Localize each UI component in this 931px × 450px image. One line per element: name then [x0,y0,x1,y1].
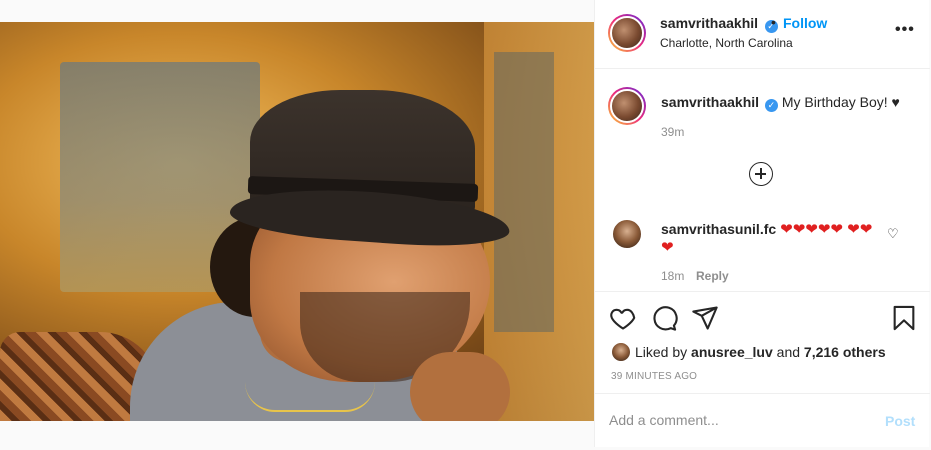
comment-like-heart-icon[interactable]: ♡ [887,226,899,242]
share-icon[interactable] [691,304,719,332]
caption-text-line: samvrithaakhil ✓ My Birthday Boy! ♥ [661,94,900,112]
instagram-post-modal: samvrithaakhil ✓ • Follow Charlotte, Nor… [0,0,931,450]
commenter-avatar[interactable] [611,218,643,250]
comment-reply-button[interactable]: Reply [696,269,729,283]
comment-body: samvrithasunil.fc ❤❤❤❤❤ ❤❤❤ [661,220,881,257]
load-more-comments-icon[interactable] [749,162,773,186]
post-actions: Liked by anusree_luv and 7,216 others 39… [595,291,930,391]
likes-count[interactable]: 7,216 others [804,344,886,360]
more-options-icon[interactable]: ••• [895,22,915,38]
post-location[interactable]: Charlotte, North Carolina [660,36,793,50]
comment-timestamp[interactable]: 18m [661,269,684,283]
caption-username[interactable]: samvrithaakhil [661,94,759,110]
author-username[interactable]: samvrithaakhil [660,15,758,31]
comment-item: samvrithasunil.fc ❤❤❤❤❤ ❤❤❤ ♡ 18m Reply [595,212,930,292]
follow-button[interactable]: Follow [783,15,827,31]
author-username-wrap: samvrithaakhil ✓ [660,15,778,33]
bookmark-icon[interactable] [890,304,918,332]
post-side-panel: samvrithaakhil ✓ • Follow Charlotte, Nor… [594,0,930,447]
caption-author-avatar[interactable] [608,87,646,125]
post-timestamp[interactable]: 39 MINUTES AGO [611,371,697,382]
caption-text: My Birthday Boy! ♥ [781,94,900,110]
photo-gold-chain [245,382,375,412]
comment-icon[interactable] [650,304,678,332]
post-header: samvrithaakhil ✓ • Follow Charlotte, Nor… [595,0,930,69]
post-comment-button[interactable]: Post [885,413,915,429]
photo-window-pane [494,52,554,332]
liker-username[interactable]: anusree_luv [691,344,773,360]
comment-input[interactable] [609,408,869,432]
separator-dot: • [771,14,776,30]
heart-icon[interactable] [609,304,637,332]
photo-hand [410,352,510,421]
liker-avatar[interactable] [611,342,631,362]
author-avatar[interactable] [608,14,646,52]
caption-timestamp[interactable]: 39m [661,125,684,139]
add-comment-bar: Post [595,393,930,447]
post-photo[interactable] [0,22,594,421]
likes-summary: Liked by anusree_luv and 7,216 others [611,342,886,362]
likes-prefix: Liked by [635,344,692,360]
verified-badge-icon: ✓ [764,99,778,112]
commenter-username[interactable]: samvrithasunil.fc [661,221,776,237]
likes-middle: and [772,344,804,360]
